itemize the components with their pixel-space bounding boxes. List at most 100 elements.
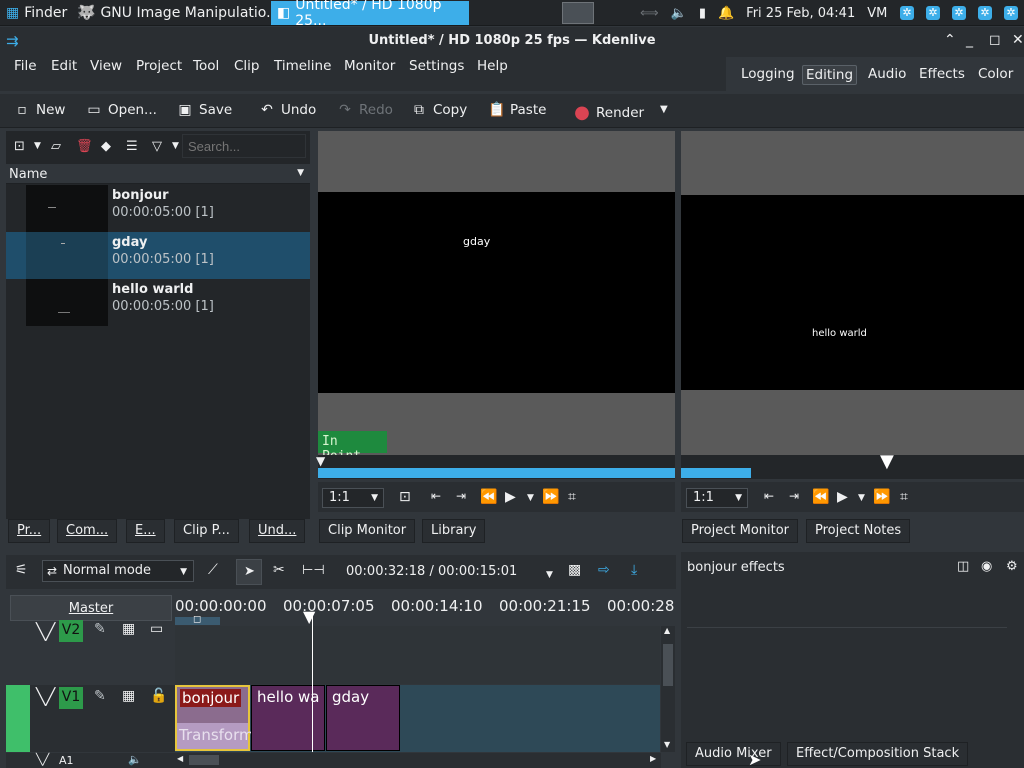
menu-timeline[interactable]: Timeline: [274, 58, 331, 74]
scroll-right-icon[interactable]: ▶: [650, 754, 656, 763]
project-zoom-select[interactable]: 1:1 ▼: [686, 488, 748, 508]
filter-dropdown-icon[interactable]: ▼: [172, 141, 179, 151]
zoom-fit-icon[interactable]: ▩: [568, 562, 581, 578]
new-button[interactable]: ▫ New: [14, 102, 65, 118]
bin-clip-bonjour[interactable]: bonjour 00:00:05:00 [1]: [6, 185, 310, 232]
overwrite-icon[interactable]: ⤓: [631, 562, 637, 578]
effect-icon[interactable]: ✎: [94, 688, 106, 704]
menu-file[interactable]: File: [14, 58, 37, 74]
track-settings-icon[interactable]: ⚟: [15, 562, 28, 578]
tray-gear-icon-2[interactable]: ✲: [926, 6, 940, 20]
list-view-icon[interactable]: ☰: [126, 139, 138, 154]
track-v2-lane[interactable]: [175, 626, 660, 684]
menu-clip[interactable]: Clip: [234, 58, 260, 74]
bin-clip-hello-warld[interactable]: hello warld 00:00:05:00 [1]: [6, 279, 310, 326]
crop-icon[interactable]: ⌗: [568, 489, 576, 505]
tray-gear-icon-3[interactable]: ✲: [952, 6, 966, 20]
tab-effect-composition-stack[interactable]: Effect/Composition Stack: [787, 742, 969, 766]
timeline-playhead[interactable]: [312, 612, 313, 752]
filter-icon[interactable]: ▽: [152, 139, 162, 154]
timecode-dropdown-icon[interactable]: ▼: [546, 570, 553, 580]
taskbar-task-kdenlive[interactable]: ◧ Untitled* / HD 1080p 25...: [271, 0, 469, 29]
add-folder-icon[interactable]: ▱: [51, 139, 61, 154]
menu-help[interactable]: Help: [477, 58, 508, 74]
save-button[interactable]: ▣ Save: [177, 102, 232, 118]
tray-gear-icon-1[interactable]: ✲: [900, 6, 914, 20]
bin-clip-gday[interactable]: gday 00:00:05:00 [1]: [6, 232, 310, 279]
menu-project[interactable]: Project: [136, 58, 182, 74]
edit-mode-select[interactable]: ⇄ Normal mode ▼: [42, 560, 194, 582]
project-set-in-icon[interactable]: ⇤: [764, 489, 774, 503]
lock-icon[interactable]: 🔓: [150, 688, 167, 704]
film-icon[interactable]: ▦: [122, 621, 135, 637]
timeline-clip-bonjour[interactable]: bonjour Transform: [175, 685, 254, 751]
render-button[interactable]: ● Render: [574, 102, 644, 123]
tray-gear-icon-5[interactable]: ✲: [1004, 6, 1018, 20]
menu-view[interactable]: View: [90, 58, 122, 74]
undo-button[interactable]: ↶ Undo: [259, 102, 316, 118]
speaker-icon[interactable]: 🔈: [128, 753, 142, 766]
tab-library[interactable]: Library: [422, 519, 486, 543]
effect-icon[interactable]: ✎: [94, 621, 106, 637]
lock-icon[interactable]: ▭: [150, 621, 163, 637]
volume-icon[interactable]: 🔈: [671, 6, 687, 21]
copy-button[interactable]: ⧉ Copy: [411, 102, 467, 118]
tab-compositions[interactable]: Com...: [57, 519, 118, 543]
tab-project-notes[interactable]: Project Notes: [806, 519, 911, 543]
project-rewind-icon[interactable]: ⏪: [812, 489, 829, 505]
taskbar-task-gimp[interactable]: 🐺 GNU Image Manipulatio...: [72, 1, 285, 25]
select-tool-button[interactable]: ➤: [236, 559, 262, 585]
battery-icon[interactable]: ▮: [699, 6, 706, 21]
playhead-handle-icon[interactable]: ▼: [303, 607, 315, 626]
set-in-icon[interactable]: ⇤: [431, 489, 441, 503]
timeline-horizontal-scrollbar[interactable]: ◀ ▶: [175, 753, 661, 768]
clip-monitor-video[interactable]: gday: [318, 192, 675, 393]
split-view-icon[interactable]: ◫: [957, 559, 969, 574]
fullscreen-icon[interactable]: ⊡: [399, 489, 411, 505]
paste-button[interactable]: 📋 Paste: [488, 102, 546, 118]
effect-settings-icon[interactable]: ⚙: [1006, 559, 1018, 574]
tab-project-bin[interactable]: Pr...: [8, 519, 51, 543]
clip-playhead-icon[interactable]: ▼: [316, 454, 325, 468]
tab-project-monitor[interactable]: Project Monitor: [682, 519, 799, 543]
collapse-icon[interactable]: ╲╱: [36, 687, 55, 706]
workspace-logging[interactable]: Logging: [738, 65, 798, 83]
close-icon[interactable]: ✕: [1012, 32, 1024, 48]
track-name-a1[interactable]: A1: [59, 754, 74, 767]
track-v1-active-marker[interactable]: [6, 685, 30, 752]
clip-zoom-select[interactable]: 1:1 ▼: [322, 488, 384, 508]
scroll-thumb[interactable]: [663, 644, 673, 686]
menu-edit[interactable]: Edit: [51, 58, 77, 74]
bin-search-input[interactable]: [182, 134, 306, 158]
project-crop-icon[interactable]: ⌗: [900, 489, 908, 505]
add-clip-icon[interactable]: ⊡: [14, 139, 25, 154]
clock[interactable]: Fri 25 Feb, 04:41: [746, 6, 855, 21]
timeline-clip-gday[interactable]: gday: [326, 685, 400, 751]
timeline-clip-hello-warld[interactable]: hello wa: [251, 685, 325, 751]
notification-icon[interactable]: 🔔: [718, 6, 734, 21]
insert-icon[interactable]: ⇨: [598, 562, 610, 578]
collapse-icon[interactable]: ╲╱: [36, 622, 55, 641]
workspace-editing[interactable]: Editing: [802, 65, 858, 85]
render-dropdown-icon[interactable]: ▼: [660, 104, 668, 115]
transform-effect[interactable]: Transform: [177, 723, 254, 749]
track-name-v1[interactable]: V1: [59, 687, 83, 709]
tab-undo-history[interactable]: Und...: [249, 519, 306, 543]
user-label[interactable]: VM: [867, 6, 887, 21]
project-monitor-video[interactable]: hello warld: [681, 195, 1024, 390]
network-icon[interactable]: ⟺: [640, 6, 659, 21]
project-set-out-icon[interactable]: ⇥: [789, 489, 799, 503]
razor-tool-icon[interactable]: ⟋: [208, 562, 218, 578]
bin-column-header[interactable]: Name ▼: [6, 164, 310, 184]
project-forward-icon[interactable]: ⏩: [873, 489, 890, 505]
play-dropdown-icon[interactable]: ▼: [527, 493, 534, 503]
scroll-down-icon[interactable]: ▼: [664, 740, 670, 749]
project-play-dropdown-icon[interactable]: ▼: [858, 493, 865, 503]
tab-clip-properties[interactable]: Clip P...: [174, 519, 239, 543]
menu-monitor[interactable]: Monitor: [344, 58, 395, 74]
collapse-icon[interactable]: ╲╱: [36, 753, 49, 766]
tray-gear-icon-4[interactable]: ✲: [978, 6, 992, 20]
keep-above-icon[interactable]: ⌃: [944, 32, 956, 48]
project-play-icon[interactable]: ▶: [837, 489, 848, 505]
set-out-icon[interactable]: ⇥: [456, 489, 466, 503]
